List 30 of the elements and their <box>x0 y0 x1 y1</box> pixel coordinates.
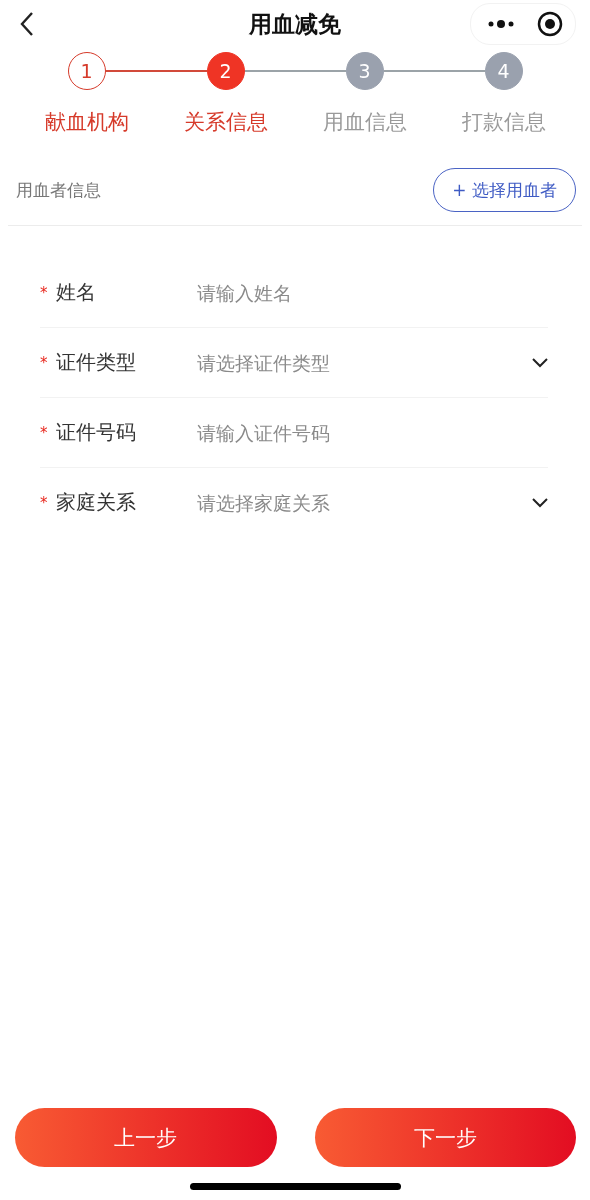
step-label: 关系信息 <box>183 109 268 136</box>
input-field[interactable]: 请输入姓名 <box>197 281 548 304</box>
required-mark: * <box>40 423 48 442</box>
step-number: 3 <box>345 52 384 90</box>
step-number: 1 <box>67 52 106 90</box>
select-field[interactable]: 请选择证件类型 <box>197 351 532 374</box>
step-number: 4 <box>484 52 523 90</box>
step-label: 献血机构 <box>44 109 129 136</box>
close-icon[interactable] <box>537 11 563 37</box>
section-title: 用血者信息 <box>16 178 101 202</box>
page-title: 用血减免 <box>249 9 341 39</box>
chevron-down-icon <box>532 357 548 368</box>
select-field[interactable]: 请选择家庭关系 <box>197 491 532 514</box>
back-icon[interactable] <box>20 11 34 37</box>
required-mark: * <box>40 493 48 512</box>
step-number: 2 <box>206 52 245 90</box>
select-user-button[interactable]: + 选择用血者 <box>433 168 576 212</box>
previous-button[interactable]: 上一步 <box>15 1108 277 1167</box>
field-label: 证件类型 <box>56 349 137 376</box>
step-label: 打款信息 <box>461 109 546 136</box>
field-label: 姓名 <box>56 279 97 306</box>
next-button[interactable]: 下一步 <box>314 1108 576 1167</box>
required-mark: * <box>40 353 48 372</box>
chevron-down-icon <box>532 497 548 508</box>
field-label: 家庭关系 <box>56 489 137 516</box>
step-label: 用血信息 <box>322 109 407 136</box>
input-field[interactable]: 请输入证件号码 <box>197 421 548 444</box>
field-label: 证件号码 <box>56 419 137 446</box>
more-icon[interactable] <box>487 19 515 29</box>
required-mark: * <box>40 283 48 302</box>
